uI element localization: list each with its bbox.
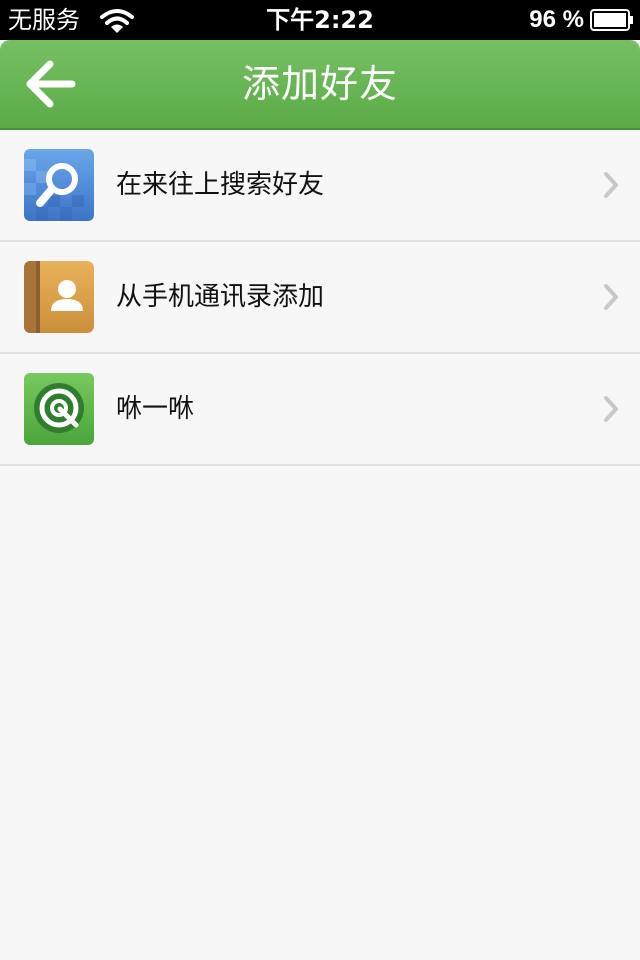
list-item-label: 咻一咻 [116, 394, 195, 424]
chevron-right-icon [604, 396, 618, 422]
battery-percent: 96 % [529, 6, 584, 33]
page-title: 添加好友 [241, 62, 398, 106]
status-bar: 无服务 下午2:22 96 % [0, 0, 640, 40]
search-icon [24, 149, 94, 221]
list-item-phone-contacts[interactable]: 从手机通讯录添加 [0, 242, 640, 354]
chevron-right-icon [604, 284, 618, 310]
list-item-label: 在来往上搜索好友 [116, 170, 325, 200]
list-item-shake-nearby[interactable]: 咻一咻 [0, 354, 640, 466]
chevron-right-icon [604, 172, 618, 198]
arrow-left-icon [26, 60, 76, 108]
radar-icon [24, 373, 94, 445]
contacts-book-icon [24, 261, 94, 333]
back-button[interactable] [18, 54, 82, 114]
list-item-label: 从手机通讯录添加 [116, 282, 325, 312]
battery-icon [590, 9, 633, 31]
nav-bar: 添加好友 [0, 40, 640, 130]
list-item-search-friends[interactable]: 在来往上搜索好友 [0, 130, 640, 242]
add-friend-options-list: 在来往上搜索好友 从手机通讯录添加 咻一咻 [0, 130, 640, 466]
